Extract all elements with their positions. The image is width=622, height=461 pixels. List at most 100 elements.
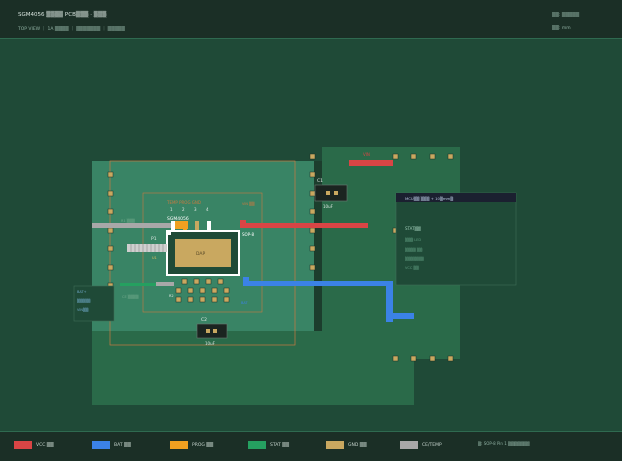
legend-item-ce-temp: CE/TEMP [400, 440, 442, 450]
chip-pin [171, 221, 175, 230]
pad [107, 208, 114, 215]
legend-note: ▒: SOP-8 Pin 1 ▒▒▒▒▒▒▒ [478, 441, 530, 446]
connector-label-2: ▒▒▒▒▒ [77, 298, 91, 303]
trace-vcc-stub [240, 220, 246, 228]
chip-pin [183, 221, 187, 230]
c2-pad [213, 329, 217, 333]
pin-pad [205, 278, 212, 285]
pad [309, 208, 316, 215]
pcb-canvas: VIN C1 10uF C2 10uF TEMP PROG GND 1 2 3 … [73, 147, 517, 405]
p1-label: P1 [151, 236, 157, 242]
legend-swatch [326, 441, 344, 449]
pad [309, 171, 316, 178]
pin-pad [211, 287, 218, 294]
chip-pin [207, 221, 211, 230]
trace-bat-stub [243, 277, 249, 284]
connector-label-1: BAT+ [77, 290, 87, 294]
trace-stat [120, 283, 156, 286]
trace-ce-temp [92, 223, 172, 228]
mcu-info-line: ▒▒▒▒▒▒▒ [405, 256, 424, 261]
mcu-info-title: MCU▒▒ ▒▒▒ + 10▒mm▒ [405, 196, 453, 201]
pin-pad [175, 296, 182, 303]
trace-bat-end [386, 313, 414, 319]
pin-pad [199, 287, 206, 294]
trace-vcc [240, 223, 368, 228]
pad [309, 264, 316, 271]
pad [309, 190, 316, 197]
mcu-info-line: STAT▒▒ [405, 226, 422, 231]
pad [447, 153, 454, 160]
vin-pad-label: VIN [363, 152, 370, 157]
capacitor-c2 [196, 323, 228, 339]
pin-pad [193, 278, 200, 285]
pin-pad [211, 296, 218, 303]
pad [309, 227, 316, 234]
chip-pin [195, 221, 199, 230]
legend-bar: VCC ▒▒ BAT ▒▒ PROG ▒▒ STAT ▒▒ GND ▒▒ CE/… [0, 431, 622, 461]
c1-value: 10uF [323, 204, 334, 209]
legend-swatch [170, 441, 188, 449]
c2-value: 10uF [205, 341, 216, 346]
pin-pad [187, 287, 194, 294]
mcu-info-line: ▒▒▒ LED [405, 237, 421, 242]
trace-ce-short [156, 282, 174, 286]
legend-item-gnd: GND ▒▒ [326, 440, 367, 450]
pin-pad [223, 287, 230, 294]
tp-label: VIN ▒▒ [242, 201, 255, 206]
pad [107, 171, 114, 178]
capacitor-c1 [314, 184, 348, 202]
c1-pad [326, 191, 330, 195]
c2-pad [206, 329, 210, 333]
left-label-2: U1 [152, 256, 157, 260]
pad [410, 355, 417, 362]
pin-pad [181, 278, 188, 285]
pad [410, 153, 417, 160]
pad [107, 190, 114, 197]
c1-label: C1 [317, 178, 323, 184]
pad [392, 153, 399, 160]
blue-pad-label: BAT [241, 301, 249, 305]
legend-item-stat: STAT ▒▒ [248, 440, 289, 450]
legend-item-prog: PROG ▒▒ [170, 440, 213, 450]
legend-item-vcc: VCC ▒▒ [14, 440, 54, 450]
pad [429, 355, 436, 362]
pad [309, 245, 316, 252]
legend-swatch [14, 441, 32, 449]
pad [107, 227, 114, 234]
left-label-1: R1 ▒▒▒ [121, 218, 135, 223]
connector-label-3: VIN▒▒ [77, 307, 89, 312]
legend-label: GND ▒▒ [348, 442, 367, 448]
pad [429, 153, 436, 160]
legend-label: BAT ▒▒ [114, 442, 131, 448]
pin-pad [217, 278, 224, 285]
pad [392, 355, 399, 362]
mcu-info-line: ▒▒▒▒ ▒▒ [405, 247, 423, 252]
legend-label: STAT ▒▒ [270, 442, 290, 448]
vin-pad [349, 160, 393, 166]
pin-pad [187, 296, 194, 303]
mcu-info-line: VCC ▒▒ [405, 265, 419, 270]
trace-bat-h [243, 281, 393, 286]
top-pin-header: TEMP PROG GND [166, 200, 201, 205]
legend-label: VCC ▒▒ [36, 442, 54, 448]
pad [107, 264, 114, 271]
legend-swatch [248, 441, 266, 449]
pad [309, 153, 316, 160]
legend-label: PROG ▒▒ [192, 442, 214, 448]
c1-pad [334, 191, 338, 195]
pin-pad [175, 287, 182, 294]
pad [107, 245, 114, 252]
dap-label: DAP [196, 251, 205, 257]
pin1-marker [166, 230, 171, 235]
pin-pad [199, 296, 206, 303]
legend-swatch [400, 441, 418, 449]
legend-swatch [92, 441, 110, 449]
legend-item-bat: BAT ▒▒ [92, 440, 131, 450]
chip-package: SOP-8 [242, 232, 254, 237]
legend-label: CE/TEMP [422, 442, 442, 448]
pin-pad [223, 296, 230, 303]
pad [447, 355, 454, 362]
left-label-4: CE ▒▒▒▒ [122, 294, 139, 299]
c2-label: C2 [201, 317, 207, 323]
left-label-3: R2 [169, 294, 174, 298]
